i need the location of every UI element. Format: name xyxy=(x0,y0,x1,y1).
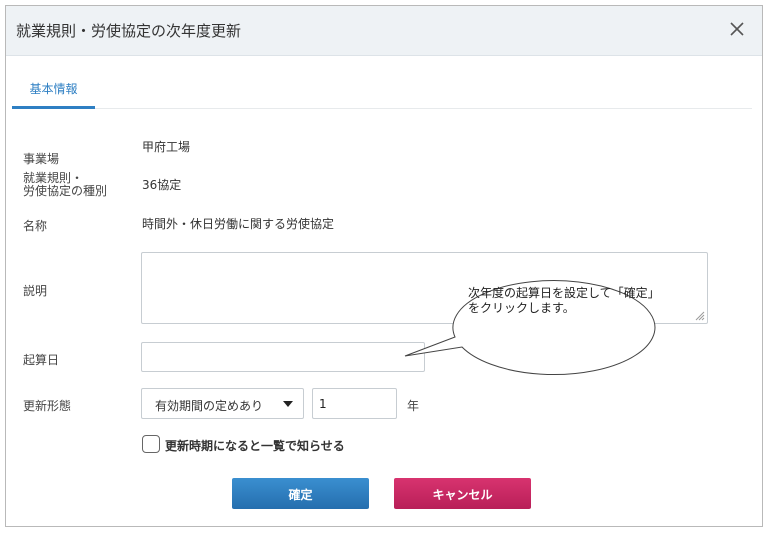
notify-checkbox[interactable] xyxy=(142,435,160,453)
renewal-type-select[interactable]: 有効期間の定めあり xyxy=(141,388,304,419)
type-label: 就業規則・ 労使協定の種別 xyxy=(23,171,108,198)
confirm-button[interactable]: 確定 xyxy=(232,478,369,509)
tab-bar: 基本情報 xyxy=(12,67,752,109)
callout-text: 次年度の起算日を設定して「確定」をクリックします。 xyxy=(468,286,654,315)
caret-down-icon xyxy=(283,401,293,407)
type-value: 36協定 xyxy=(142,178,182,192)
office-value: 甲府工場 xyxy=(142,140,191,154)
close-icon[interactable] xyxy=(726,18,748,40)
renewal-type-selected: 有効期間の定めあり xyxy=(155,399,264,413)
renewal-dialog: 就業規則・労使協定の次年度更新 基本情報 事業場 甲府工場 就業規則・ 労使協定… xyxy=(5,5,763,527)
description-label: 説明 xyxy=(23,284,48,298)
resize-grip-icon[interactable] xyxy=(693,309,705,321)
renewal-number-input[interactable] xyxy=(312,388,397,419)
start-date-input[interactable] xyxy=(141,342,425,372)
renewal-unit: 年 xyxy=(407,399,420,413)
notify-label[interactable]: 更新時期になると一覧で知らせる xyxy=(165,437,345,454)
name-value: 時間外・休日労働に関する労使協定 xyxy=(142,217,335,231)
cancel-button[interactable]: キャンセル xyxy=(394,478,531,509)
dialog-title: 就業規則・労使協定の次年度更新 xyxy=(16,22,242,40)
renewal-label: 更新形態 xyxy=(23,399,72,413)
dialog-header: 就業規則・労使協定の次年度更新 xyxy=(6,6,762,56)
name-label: 名称 xyxy=(23,219,48,233)
office-label: 事業場 xyxy=(23,152,60,166)
start-date-label: 起算日 xyxy=(23,353,60,367)
tab-basic-info[interactable]: 基本情報 xyxy=(12,67,95,109)
